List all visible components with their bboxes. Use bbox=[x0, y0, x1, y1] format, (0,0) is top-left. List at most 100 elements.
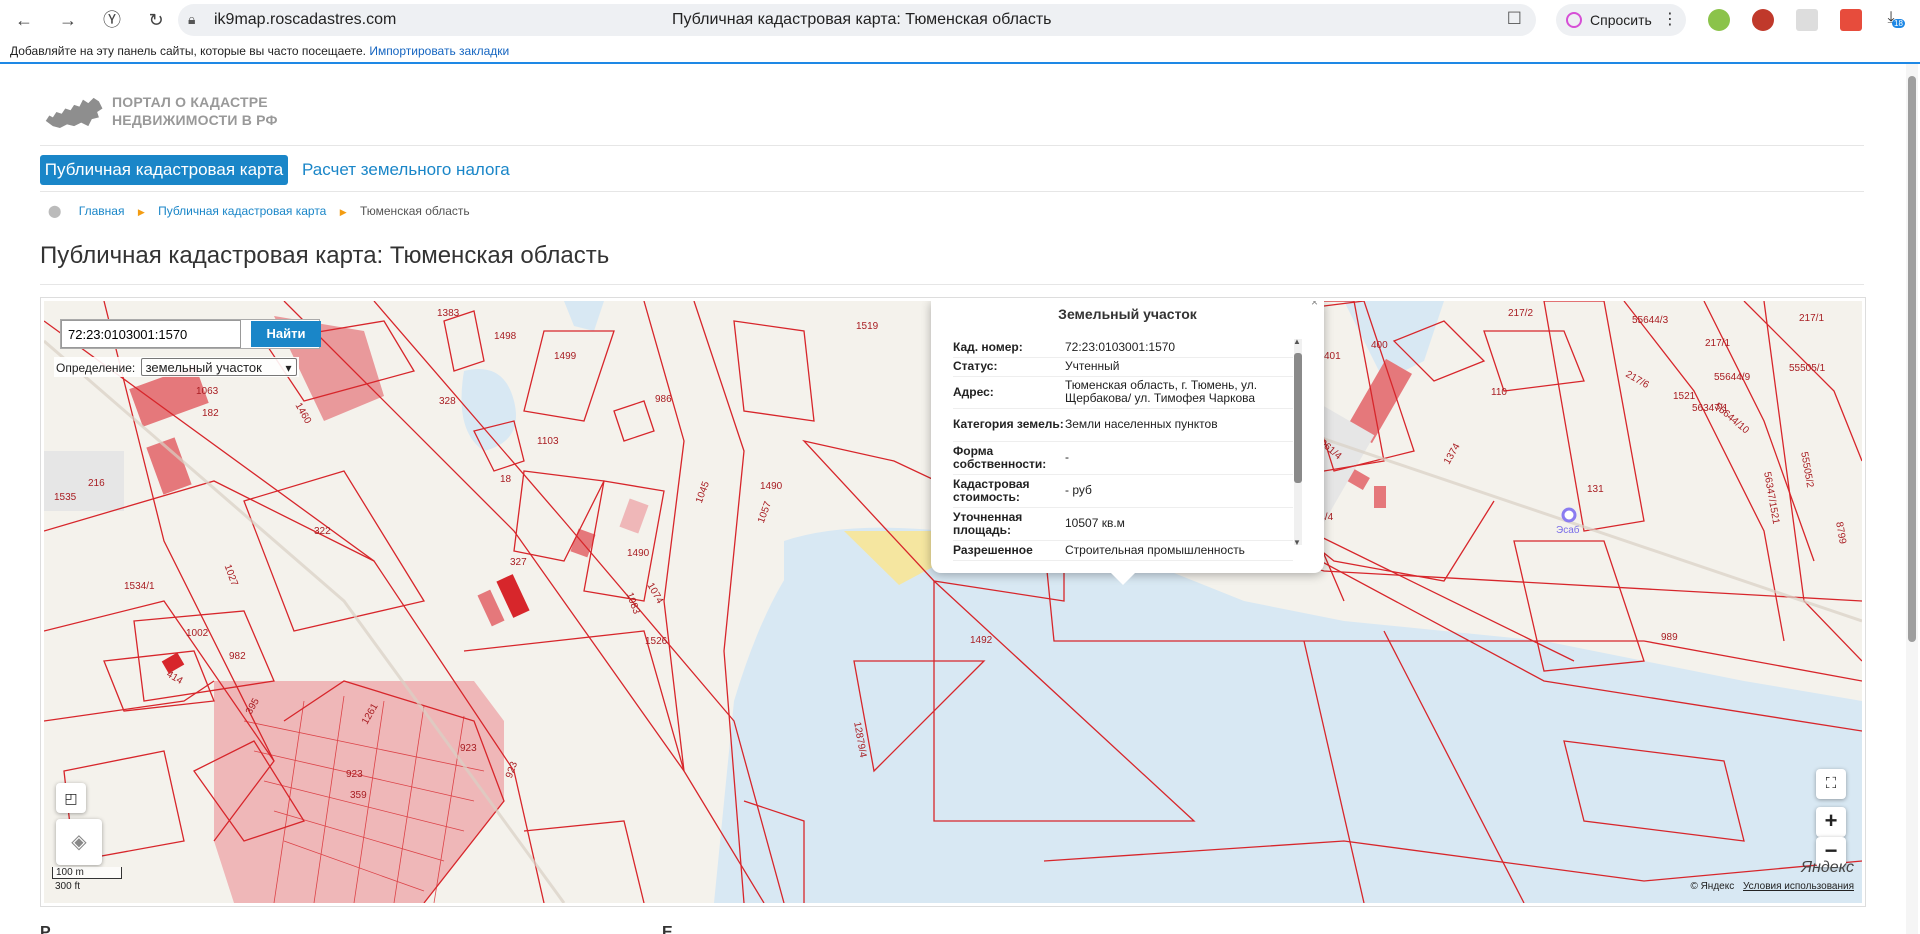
collections-icon[interactable] bbox=[1796, 9, 1818, 31]
chevron-right-icon: ▶ bbox=[339, 207, 347, 217]
extension-icon-2[interactable] bbox=[1752, 9, 1774, 31]
parcel-number-label[interactable]: 322 bbox=[314, 526, 331, 537]
parcel-number-label[interactable]: 216 bbox=[88, 478, 105, 489]
scroll-up-icon[interactable]: ▲ bbox=[1293, 337, 1301, 346]
parcel-number-label[interactable]: 182 bbox=[202, 408, 219, 419]
parcel-number-label[interactable]: 217/1 bbox=[1799, 313, 1824, 324]
page-scrollbar[interactable] bbox=[1906, 64, 1918, 934]
parcel-info-key: Уточненная площадь: bbox=[953, 507, 1065, 541]
yandex-icon[interactable]: Ⓨ bbox=[100, 8, 124, 32]
parcel-number-label[interactable]: 923 bbox=[460, 743, 477, 754]
ruler-button[interactable]: ◰ bbox=[56, 783, 86, 813]
extension-icon-3[interactable] bbox=[1840, 9, 1862, 31]
parcel-info-popup: × Земельный участок Кад. номер: 72:23:010… bbox=[931, 301, 1324, 585]
parcel-number-label[interactable]: 400 bbox=[1371, 340, 1388, 351]
definition-select[interactable]: земельный участок bbox=[140, 358, 297, 377]
parcel-number-label[interactable]: 1535 bbox=[54, 492, 76, 503]
layers-button[interactable]: ◈ bbox=[56, 819, 102, 865]
scroll-down-icon[interactable]: ▼ bbox=[1293, 538, 1301, 547]
parcel-number-label[interactable]: 359 bbox=[350, 790, 367, 801]
logo-line-2: НЕДВИЖИМОСТИ В РФ bbox=[112, 112, 278, 128]
fullscreen-button[interactable]: ⛶ bbox=[1816, 769, 1846, 799]
parcel-number-label[interactable]: 982 bbox=[229, 651, 246, 662]
parcel-number-label[interactable]: 923 bbox=[346, 769, 363, 780]
bookmarks-prompt: Добавляйте на эту панель сайты, которые … bbox=[10, 44, 366, 58]
ask-button[interactable]: Спросить ⋮ bbox=[1556, 4, 1686, 36]
parcel-info-value: Тюменская область, г. Тюмень, ул. Щербак… bbox=[1065, 376, 1293, 409]
forward-icon[interactable]: → bbox=[56, 8, 80, 32]
parcel-number-label[interactable]: 18 bbox=[500, 474, 511, 485]
parcel-info-row: Адрес: Тюменская область, г. Тюмень, ул. … bbox=[953, 376, 1293, 409]
tab-land-tax[interactable]: Расчет земельного налога bbox=[302, 155, 510, 185]
parcel-number-label[interactable]: 1103 bbox=[537, 436, 559, 447]
parcel-number-label[interactable]: 1063 bbox=[196, 386, 218, 397]
parcel-info-value: Земли населенных пунктов bbox=[1065, 408, 1293, 442]
search-panel: Найти bbox=[60, 319, 321, 349]
parcel-number-label[interactable]: 55644/9 bbox=[1714, 372, 1750, 383]
parcel-info-key: Форма собственности: bbox=[953, 441, 1065, 475]
breadcrumb-home[interactable]: Главная bbox=[79, 204, 125, 218]
parcel-number-label[interactable]: 1002 bbox=[186, 628, 208, 639]
copyright-text: © Яндекс bbox=[1690, 881, 1735, 892]
parcel-info-key: Разрешенное bbox=[953, 540, 1065, 561]
address-bar[interactable]: 🔒︎ ik9map.roscadastres.com Публичная кад… bbox=[178, 4, 1536, 36]
parcel-number-label[interactable]: 1383 bbox=[437, 308, 459, 319]
parcel-number-label[interactable]: 401 bbox=[1324, 351, 1341, 362]
tab-title: Публичная кадастровая карта: Тюменская о… bbox=[672, 11, 1052, 28]
divider bbox=[40, 191, 1864, 192]
parcel-number-label[interactable]: 1490 bbox=[760, 481, 782, 492]
parcel-number-label[interactable]: 327 bbox=[510, 557, 527, 568]
parcel-info-key: Кадастровая стоимость: bbox=[953, 474, 1065, 508]
parcel-number-label[interactable]: 1498 bbox=[494, 331, 516, 342]
parcel-number-label[interactable]: 1490 bbox=[627, 548, 649, 559]
cadastral-map[interactable]: 1383 1498 1499 986 1519 1063 182 1460 328 1103 216… bbox=[44, 301, 1862, 903]
parcel-number-label[interactable]: 55505/1 bbox=[1789, 363, 1825, 374]
poi-marker-icon[interactable] bbox=[1561, 507, 1577, 523]
breadcrumb: ⬤ Главная ▶ Публичная кадастровая карта … bbox=[48, 203, 470, 219]
russia-map-logo-icon[interactable] bbox=[44, 88, 106, 136]
parcel-info-row: Категория земель: Земли населенных пункто… bbox=[953, 408, 1293, 442]
parcel-info-key: Адрес: bbox=[953, 376, 1065, 409]
portal-logo-text[interactable]: ПОРТАЛ О КАДАСТРЕ НЕДВИЖИМОСТИ В РФ bbox=[112, 93, 278, 129]
divider bbox=[40, 145, 1864, 146]
extension-icon[interactable] bbox=[1708, 9, 1730, 31]
definition-row: Определение: земельный участок bbox=[54, 357, 299, 377]
parcel-number-label[interactable]: 217/1 bbox=[1705, 338, 1730, 349]
parcel-number-label[interactable]: 110 bbox=[1491, 387, 1507, 398]
parcel-number-label[interactable]: 989 bbox=[1661, 632, 1678, 643]
page-scroll-thumb[interactable] bbox=[1908, 76, 1916, 642]
popup-scroll-thumb[interactable] bbox=[1294, 353, 1302, 483]
more-icon[interactable]: ⋮ bbox=[1662, 4, 1678, 36]
cadastral-number-input[interactable] bbox=[61, 320, 241, 348]
tab-cadastral-map[interactable]: Публичная кадастровая карта bbox=[40, 155, 288, 185]
parcel-info-row: Статус: Учтенный bbox=[953, 357, 1293, 377]
parcel-number-label[interactable]: 986 bbox=[655, 394, 672, 405]
downloads-icon[interactable]: ⤓ 18 bbox=[1880, 9, 1905, 31]
back-icon[interactable]: ← bbox=[12, 8, 36, 32]
zoom-in-button[interactable]: + bbox=[1816, 807, 1846, 837]
scale-metric: 100 m bbox=[52, 867, 122, 879]
yandex-logo: Яндекс bbox=[1801, 859, 1854, 876]
parcel-number-label[interactable]: 1492 bbox=[970, 635, 992, 646]
definition-label: Определение: bbox=[56, 361, 136, 375]
parcel-info-table: Кад. номер: 72:23:0103001:1570 Статус: Учте… bbox=[953, 338, 1293, 561]
popup-scrollbar[interactable]: ▲ ▼ bbox=[1293, 337, 1302, 547]
import-bookmarks-link[interactable]: Импортировать закладки bbox=[369, 44, 509, 58]
bookmark-icon[interactable]: ☐ bbox=[1507, 9, 1522, 29]
poi-label[interactable]: Эсаб bbox=[1556, 525, 1579, 536]
parcel-number-label[interactable]: 1526 bbox=[645, 636, 667, 647]
reload-icon[interactable]: ↻ bbox=[144, 8, 168, 32]
parcel-number-label[interactable]: 55644/3 bbox=[1632, 315, 1668, 326]
breadcrumb-map[interactable]: Публичная кадастровая карта bbox=[158, 204, 326, 218]
find-button[interactable]: Найти bbox=[251, 321, 321, 347]
url-text[interactable]: ik9map.roscadastres.com bbox=[214, 11, 396, 29]
parcel-number-label[interactable]: 1534/1 bbox=[124, 581, 155, 592]
parcel-number-label[interactable]: 217/2 bbox=[1508, 308, 1533, 319]
parcel-number-label[interactable]: 1519 bbox=[856, 321, 878, 332]
parcel-number-label[interactable]: 328 bbox=[439, 396, 456, 407]
terms-link[interactable]: Условия использования bbox=[1743, 881, 1854, 892]
parcel-number-label[interactable]: 1499 bbox=[554, 351, 576, 362]
scale-imperial: 300 ft bbox=[55, 881, 81, 892]
parcel-number-label[interactable]: 131 bbox=[1587, 484, 1604, 495]
parcel-number-label[interactable]: 1521 bbox=[1673, 391, 1695, 402]
